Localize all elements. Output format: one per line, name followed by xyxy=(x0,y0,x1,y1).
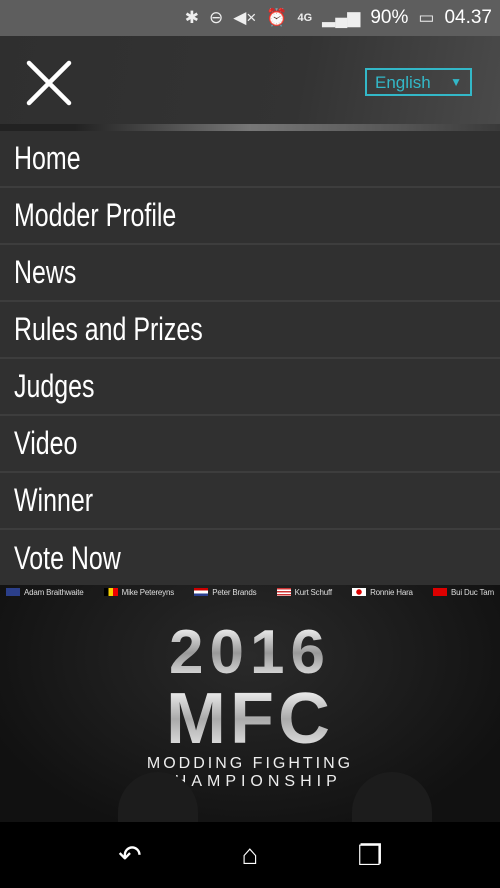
menu-item-label: Home xyxy=(14,140,81,176)
battery-percent: 90% xyxy=(370,7,409,28)
header: English ▼ xyxy=(0,36,500,126)
menu-item-news[interactable]: News xyxy=(0,245,500,302)
menu-item-judges[interactable]: Judges xyxy=(0,359,500,416)
menu-item-home[interactable]: Home xyxy=(0,131,500,188)
fighter: Mike Petereyns xyxy=(103,587,175,597)
logo-mfc: MFC xyxy=(0,683,500,755)
fighter-list: Adam Braithwaite Mike Petereyns Peter Br… xyxy=(0,585,500,599)
fighter: Bui Duc Tam xyxy=(432,587,494,597)
mute-icon: ◀× xyxy=(233,8,257,27)
alarm-icon: ⏰ xyxy=(266,8,288,27)
menu-item-modder-profile[interactable]: Modder Profile xyxy=(0,188,500,245)
logo-subtitle: MODDING FIGHTING xyxy=(146,755,354,772)
divider xyxy=(0,124,500,131)
menu-item-label: Winner xyxy=(14,482,94,518)
usa-flag-icon xyxy=(276,588,291,596)
menu-item-video[interactable]: Video xyxy=(0,416,500,473)
android-nav-bar: ↶ ⌂ ❐ xyxy=(0,822,500,888)
menu-item-label: Modder Profile xyxy=(14,197,177,233)
logo-subtitle: CHAMPIONSHIP xyxy=(158,773,342,790)
home-icon[interactable]: ⌂ xyxy=(230,839,270,871)
menu-item-rules-and-prizes[interactable]: Rules and Prizes xyxy=(0,302,500,359)
hero-banner: Adam Braithwaite Mike Petereyns Peter Br… xyxy=(0,585,500,822)
vietnam-flag-icon xyxy=(432,588,447,596)
fighter: Kurt Schuff xyxy=(276,587,332,597)
fighter-name: Ronnie Hara xyxy=(370,587,413,597)
fighter-name: Peter Brands xyxy=(212,587,257,597)
clock: 04.37 xyxy=(444,7,492,28)
recent-apps-icon[interactable]: ❐ xyxy=(350,839,390,872)
fighter-name: Kurt Schuff xyxy=(294,587,332,597)
uk-flag-icon xyxy=(6,588,20,596)
signal-icon: ▂▄▆ xyxy=(322,8,361,27)
do-not-disturb-icon: ⊖ xyxy=(209,8,224,27)
logo-year: 2016 xyxy=(0,622,500,684)
netherlands-flag-icon xyxy=(194,588,209,596)
belgium-flag-icon xyxy=(103,588,118,596)
fighter-name: Mike Petereyns xyxy=(121,587,175,597)
menu-item-label: Vote Now xyxy=(14,540,121,576)
battery-icon: ▭ xyxy=(418,8,435,27)
menu-item-label: Judges xyxy=(14,368,95,404)
close-icon[interactable] xyxy=(26,60,72,106)
dropdown-arrow-icon: ▼ xyxy=(450,75,462,89)
back-icon[interactable]: ↶ xyxy=(110,839,150,872)
menu-item-label: Video xyxy=(14,425,78,461)
menu-item-label: Rules and Prizes xyxy=(14,311,203,347)
fighter-name: Adam Braithwaite xyxy=(24,587,84,597)
language-select[interactable]: English ▼ xyxy=(365,68,472,96)
japan-flag-icon xyxy=(352,588,367,596)
fighter: Peter Brands xyxy=(194,587,257,597)
menu-item-label: News xyxy=(14,254,77,290)
menu-item-vote-now[interactable]: Vote Now xyxy=(0,530,500,587)
nav-menu: Home Modder Profile News Rules and Prize… xyxy=(0,131,500,587)
fighter: Adam Braithwaite xyxy=(6,588,84,597)
fighter: Ronnie Hara xyxy=(352,588,413,597)
network-type: 4G xyxy=(297,12,313,24)
status-bar: ✱ ⊖ ◀× ⏰ 4G ▂▄▆ 90% ▭ 04.37 xyxy=(0,0,500,36)
mfc-logo: 2016 MFC MODDING FIGHTING CHAMPIONSHIP xyxy=(0,622,500,791)
bluetooth-icon: ✱ xyxy=(184,8,200,27)
fighter-name: Bui Duc Tam xyxy=(450,587,494,597)
menu-item-winner[interactable]: Winner xyxy=(0,473,500,530)
language-value: English xyxy=(375,73,431,92)
